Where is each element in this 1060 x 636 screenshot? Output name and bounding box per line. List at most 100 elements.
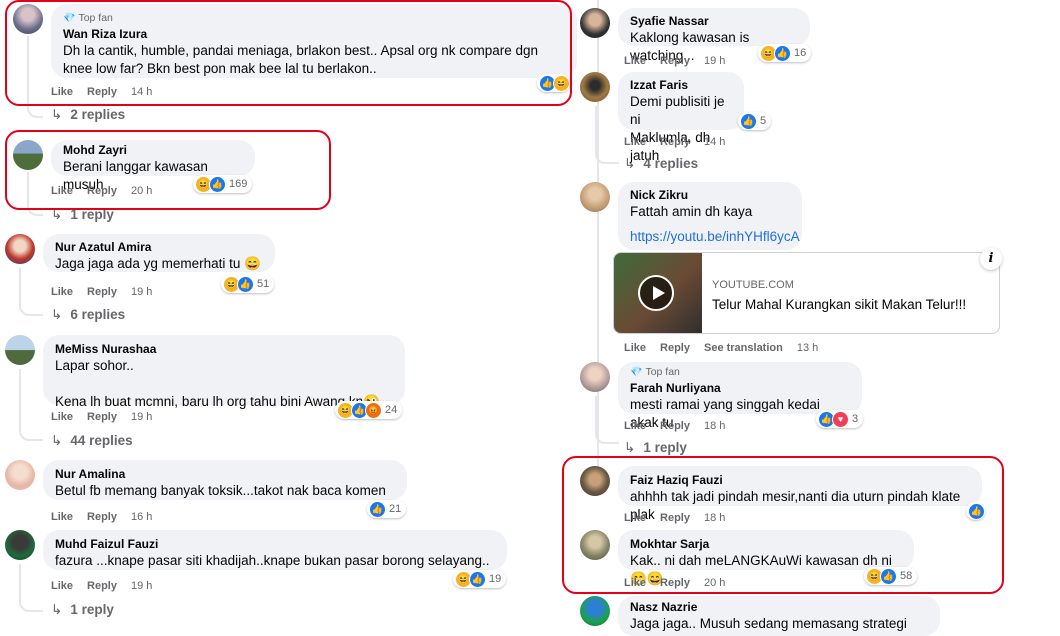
comment-bubble: 💎 Top fan Farah Nurliyana mesti ramai yan… (618, 362, 862, 430)
comment-author[interactable]: Izzat Faris (630, 78, 732, 93)
like-reaction-icon: 👍 (740, 112, 757, 130)
reply-button[interactable]: Reply (660, 136, 690, 148)
reply-button[interactable]: Reply (660, 55, 690, 67)
comment-author[interactable]: Nur Azatul Amira (55, 240, 263, 255)
avatar[interactable] (5, 335, 35, 365)
comment-time[interactable]: 13 h (797, 342, 818, 354)
avatar[interactable] (580, 8, 610, 38)
reply-button[interactable]: Reply (87, 511, 117, 523)
comment-actions: Like Reply 14 h (624, 136, 739, 148)
comment-text: Jaga jaga.. Musuh sedang memasang strate… (630, 616, 907, 631)
comment-time[interactable]: 19 h (131, 286, 152, 298)
avatar[interactable] (5, 460, 35, 490)
comment-text: Fattah amin dh kaya (630, 204, 753, 219)
comment-actions: Like Reply 19 h (624, 55, 739, 67)
comment-actions: Like Reply 19 h (51, 286, 166, 298)
view-replies-link[interactable]: ↳ 4 replies (624, 156, 698, 172)
comment-author[interactable]: Syafie Nassar (630, 14, 798, 29)
like-button[interactable]: Like (624, 136, 646, 148)
comment-bubble: Muhd Faizul Fauzi fazura ...knape pasar … (43, 530, 507, 570)
avatar[interactable] (5, 530, 35, 560)
info-icon[interactable]: i (980, 248, 1002, 270)
avatar[interactable] (580, 72, 610, 102)
link-preview-card[interactable]: YOUTUBE.COM Telur Mahal Kurangkan sikit … (613, 252, 1000, 334)
comment-actions: Like Reply 16 h (51, 511, 166, 523)
view-replies-link[interactable]: ↳ 1 reply (51, 602, 114, 618)
avatar[interactable] (580, 362, 610, 392)
see-translation-button[interactable]: See translation (704, 342, 783, 354)
comment-bubble: Syafie Nassar Kaklong kawasan is watchin… (618, 8, 810, 63)
like-reaction-icon: 👍 (469, 570, 486, 588)
view-replies-link[interactable]: ↳ 6 replies (51, 307, 125, 323)
comment-text: Betul fb memang banyak toksik...takot na… (55, 483, 386, 498)
reply-button[interactable]: Reply (660, 420, 690, 432)
comment-author[interactable]: Nick Zikru (630, 188, 790, 203)
reaction-summary[interactable]: 👍 ♥ 3 (816, 410, 864, 428)
like-button[interactable]: Like (624, 420, 646, 432)
reply-button[interactable]: Reply (87, 286, 117, 298)
link-domain: YOUTUBE.COM (712, 279, 794, 291)
like-button[interactable]: Like (51, 580, 73, 592)
comment-bubble: Nur Azatul Amira Jaga jaga ada yg memerh… (43, 234, 275, 272)
reaction-summary[interactable]: 😆 👍 16 (758, 44, 812, 62)
like-reaction-icon: 👍 (237, 275, 254, 293)
like-button[interactable]: Like (624, 55, 646, 67)
comment-actions: Like Reply 18 h (624, 420, 739, 432)
avatar[interactable] (5, 234, 35, 264)
comment-time[interactable]: 19 h (704, 55, 725, 67)
comment-time[interactable]: 14 h (704, 136, 725, 148)
comment-bubble: Nur Amalina Betul fb memang banyak toksi… (43, 460, 407, 500)
comment-time[interactable]: 19 h (131, 580, 152, 592)
youtube-link[interactable]: https://youtu.be/inhYHfl6ycA (630, 229, 800, 244)
reply-button[interactable]: Reply (87, 411, 117, 423)
comment-text: fazura ...knape pasar siti khadijah..kna… (55, 553, 490, 568)
comment-actions: Like Reply 19 h (51, 580, 166, 592)
like-button[interactable]: Like (51, 511, 73, 523)
reply-arrow-icon: ↳ (51, 307, 63, 322)
comment-actions: Like Reply See translation 13 h (624, 342, 832, 354)
comment-text: Demi publisiti je ni Maklumla, dh jatuh (630, 94, 725, 163)
comment-bubble: Nasz Nazrie Jaga jaga.. Musuh sedang mem… (618, 596, 940, 636)
comment-author[interactable]: Farah Nurliyana (630, 381, 850, 396)
reaction-summary[interactable]: 👍 21 (367, 500, 407, 518)
comment-actions: Like Reply 19 h (51, 411, 166, 423)
comment-bubble: Izzat Faris Demi publisiti je ni Makluml… (618, 72, 744, 163)
highlight-box (5, 130, 331, 210)
comment-author[interactable]: Muhd Faizul Fauzi (55, 537, 495, 552)
comment-time[interactable]: 16 h (131, 511, 152, 523)
comment-time[interactable]: 18 h (704, 420, 725, 432)
highlight-box (562, 456, 1004, 594)
video-thumbnail[interactable] (614, 253, 702, 333)
like-button[interactable]: Like (51, 286, 73, 298)
comment-time[interactable]: 19 h (131, 411, 152, 423)
love-reaction-icon: ♥ (832, 410, 849, 428)
highlight-box (5, 0, 572, 106)
angry-reaction-icon: 😡 (365, 401, 382, 419)
reply-arrow-icon: ↳ (624, 440, 636, 455)
link-title[interactable]: Telur Mahal Kurangkan sikit Makan Telur!… (712, 297, 966, 312)
reaction-summary[interactable]: 😆 👍 51 (221, 275, 275, 293)
reply-button[interactable]: Reply (87, 580, 117, 592)
reply-arrow-icon: ↳ (51, 107, 63, 122)
reaction-summary[interactable]: 👍 5 (738, 112, 772, 130)
view-replies-link[interactable]: ↳ 2 replies (51, 107, 125, 123)
comment-author[interactable]: Nur Amalina (55, 467, 395, 482)
like-button[interactable]: Like (51, 411, 73, 423)
like-reaction-icon: 👍 (774, 44, 791, 62)
play-icon[interactable] (638, 275, 674, 311)
avatar[interactable] (580, 596, 610, 626)
thread-line (19, 564, 43, 612)
comment-author[interactable]: MeMiss Nurashaa (55, 342, 393, 357)
thread-line (19, 268, 43, 316)
view-replies-link[interactable]: ↳ 1 reply (624, 440, 687, 456)
reply-arrow-icon: ↳ (51, 433, 63, 448)
reply-button[interactable]: Reply (660, 342, 690, 354)
comment-author[interactable]: Nasz Nazrie (630, 600, 928, 615)
view-replies-link[interactable]: ↳ 44 replies (51, 433, 133, 449)
reaction-summary[interactable]: 😆 👍 19 (453, 570, 507, 588)
top-fan-badge: 💎 Top fan (630, 366, 680, 378)
avatar[interactable] (580, 182, 610, 212)
like-button[interactable]: Like (624, 342, 646, 354)
comment-text: Jaga jaga ada yg memerhati tu 😄 (55, 256, 261, 271)
reaction-summary[interactable]: 😆 👍 😡 24 (335, 401, 403, 419)
